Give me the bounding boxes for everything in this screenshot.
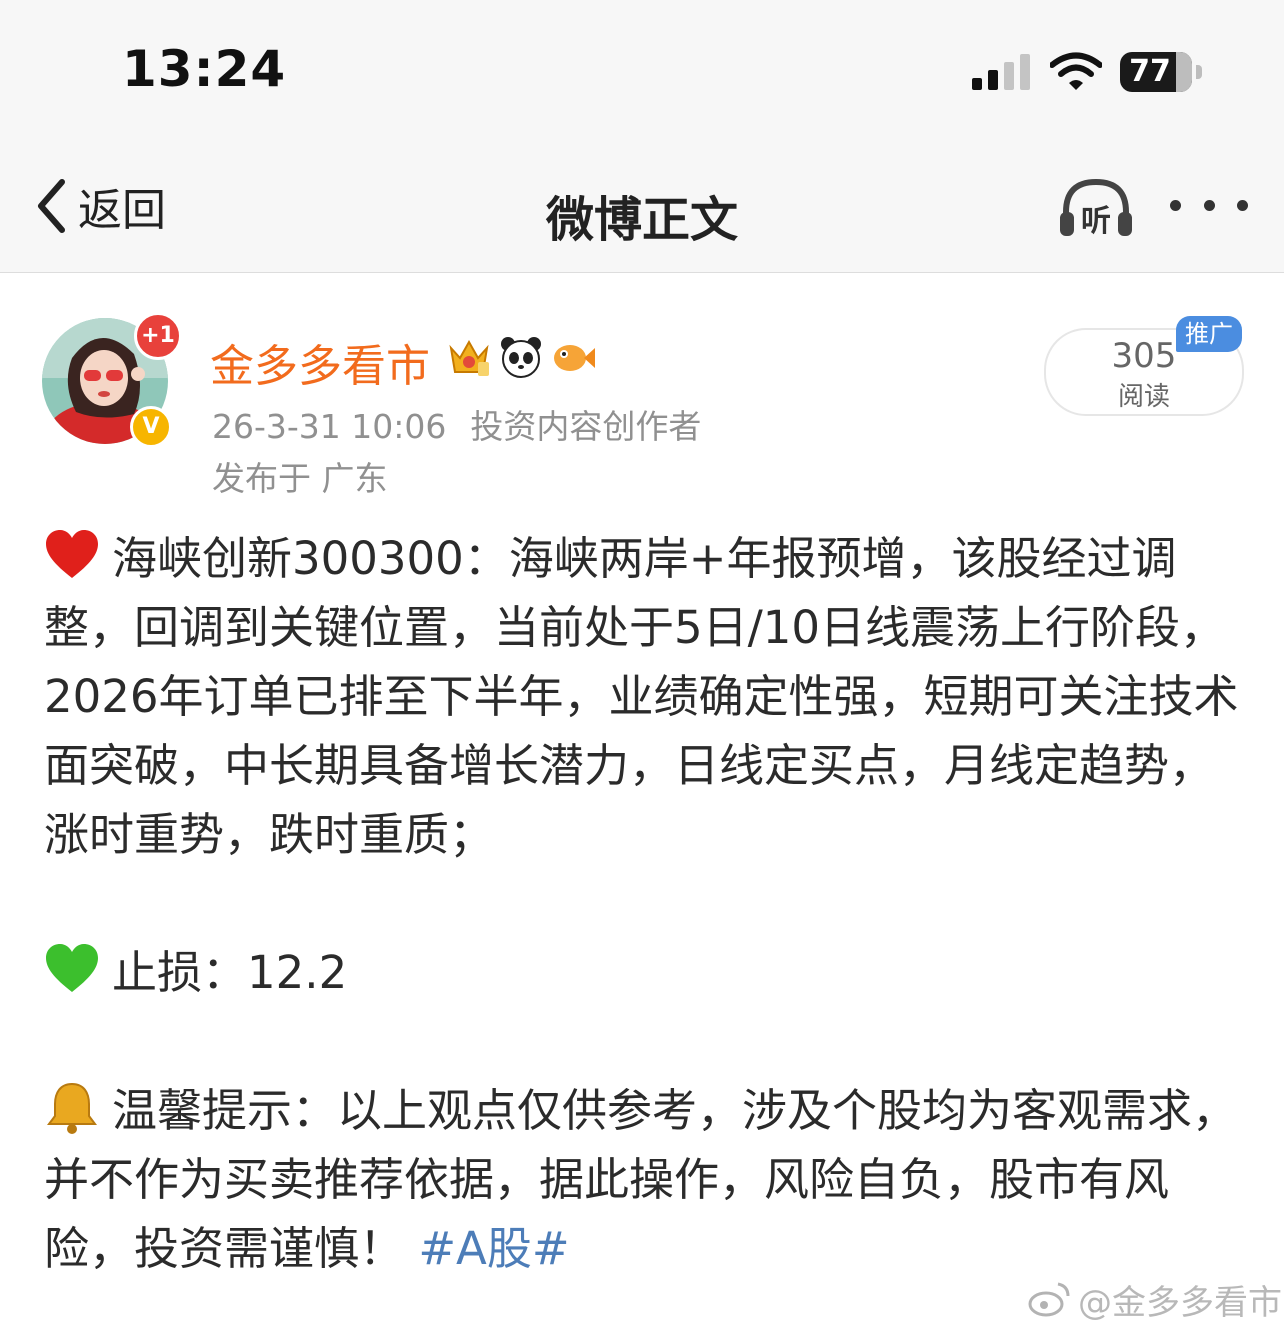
signal-icon (972, 54, 1030, 90)
post-paragraph: 温馨提示：以上观点仅供参考，涉及个股均为客观需求，并不作为买卖推荐依据，据此操作… (44, 1076, 1254, 1283)
battery-icon: 77 (1120, 52, 1204, 92)
author-emblems (446, 334, 596, 380)
listen-label: 听 (1081, 204, 1111, 239)
author-name[interactable]: 金多多看市 (210, 330, 430, 394)
notification-badge: +1 (134, 312, 182, 360)
battery-level: 77 (1129, 54, 1171, 89)
read-label: 阅读 (1117, 382, 1170, 412)
hashtag-link[interactable]: #A股# (418, 1222, 569, 1275)
watermark-text: @金多多看市 (1078, 1282, 1282, 1323)
status-time: 13:24 (122, 40, 287, 98)
watermark: @金多多看市 (1028, 1278, 1282, 1323)
fish-badge-icon[interactable] (550, 334, 596, 380)
post-body: 海峡创新300300：海峡两岸+年报预增，该股经过调整，回调到关键位置，当前处于… (44, 524, 1254, 1283)
post-meta: 26-3-31 10:06 投资内容创作者 (212, 400, 701, 448)
red-heart-icon (46, 530, 98, 578)
more-icon (1170, 199, 1181, 211)
status-bar: 13:24 77 (0, 0, 1284, 140)
post-paragraph: 止损：12.2 (44, 938, 1254, 1007)
listen-button[interactable]: 听 (1058, 176, 1134, 242)
wifi-icon (1050, 52, 1102, 90)
promote-tag[interactable]: 推广 (1176, 316, 1242, 352)
crown-badge-icon[interactable] (446, 334, 492, 380)
green-heart-icon (46, 944, 98, 992)
bell-icon (47, 1082, 97, 1134)
more-button[interactable] (1170, 190, 1248, 220)
post-paragraph: 海峡创新300300：海峡两岸+年报预增，该股经过调整，回调到关键位置，当前处于… (44, 524, 1254, 869)
weibo-logo-icon (1028, 1282, 1070, 1317)
author-role: 投资内容创作者 (470, 407, 702, 446)
panda-badge-icon[interactable] (498, 334, 544, 380)
post-location: 发布于 广东 (212, 459, 388, 498)
nav-bar: 返回 微博正文 听 (0, 140, 1284, 273)
verified-icon: V (130, 406, 172, 448)
post-timestamp: 26-3-31 10:06 (212, 407, 447, 446)
